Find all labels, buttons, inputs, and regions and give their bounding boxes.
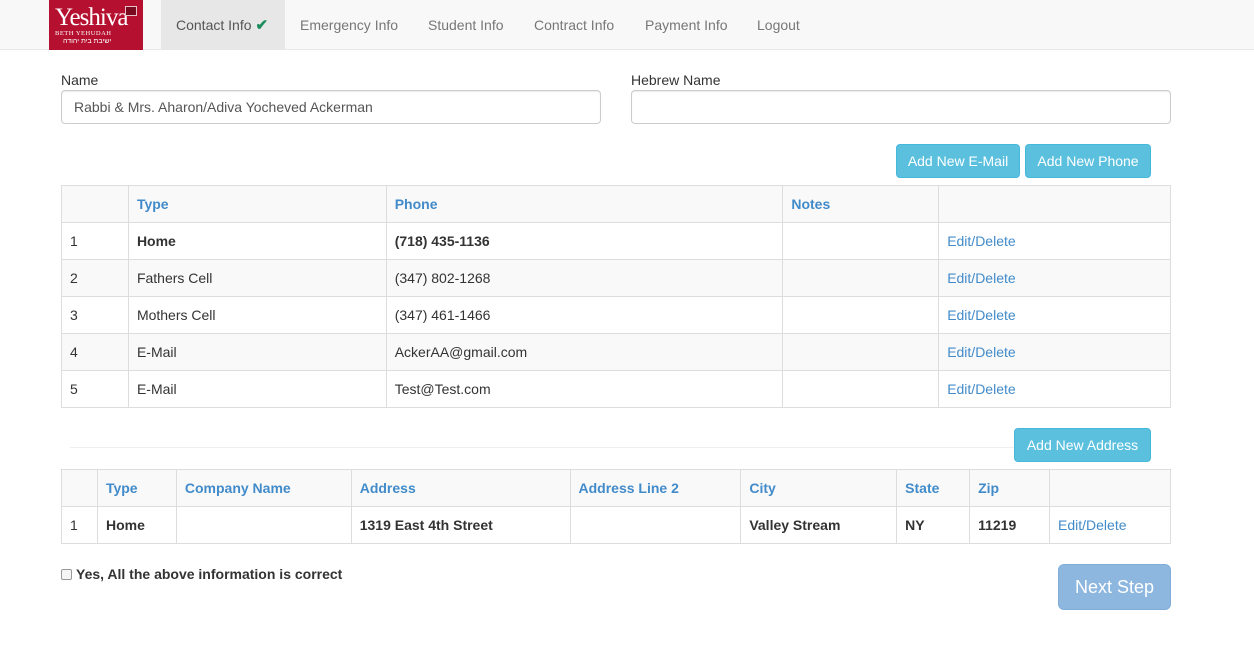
- nav-payment-info[interactable]: Payment Info: [630, 0, 743, 50]
- table-row: 1 Home (718) 435-1136 Edit/Delete: [61, 222, 1171, 260]
- add-email-button[interactable]: Add New E-Mail: [896, 144, 1020, 178]
- col-zip[interactable]: Zip: [969, 469, 1051, 507]
- col-type[interactable]: Type: [96, 469, 177, 507]
- nav-logout[interactable]: Logout: [742, 0, 815, 50]
- logo-hebrew: ישיבת בית יהודה: [63, 38, 112, 45]
- row-type: Home: [96, 506, 177, 544]
- row-type: E-Mail: [127, 333, 387, 371]
- row-phone: Test@Test.com: [385, 370, 784, 408]
- edit-delete-link[interactable]: Edit/Delete: [947, 381, 1015, 397]
- table-row: 5 E-Mail Test@Test.com Edit/Delete: [61, 370, 1171, 408]
- col-number: [61, 185, 129, 223]
- nav-emergency-info[interactable]: Emergency Info: [285, 0, 413, 50]
- name-input[interactable]: [61, 90, 601, 124]
- col-actions: [938, 185, 1171, 223]
- row-notes: [782, 296, 940, 334]
- edit-delete-link[interactable]: Edit/Delete: [947, 270, 1015, 286]
- row-phone: AckerAA@gmail.com: [385, 333, 784, 371]
- row-zip: 11219: [969, 506, 1051, 544]
- top-navbar: Yeshiva BETH YEHUDAH ישיבת בית יהודה Con…: [0, 0, 1254, 50]
- next-step-button[interactable]: Next Step: [1058, 564, 1171, 610]
- table-row: 3 Mothers Cell (347) 461-1466 Edit/Delet…: [61, 296, 1171, 334]
- row-address: 1319 East 4th Street: [350, 506, 571, 544]
- row-actions: Edit/Delete: [938, 259, 1171, 297]
- edit-delete-link[interactable]: Edit/Delete: [947, 344, 1015, 360]
- name-label: Name: [61, 72, 99, 88]
- row-type: Fathers Cell: [127, 259, 387, 297]
- row-type: Mothers Cell: [127, 296, 387, 334]
- address-table-header: Type Company Name Address Address Line 2…: [61, 469, 1171, 507]
- edit-delete-link[interactable]: Edit/Delete: [947, 307, 1015, 323]
- phone-table: Type Phone Notes 1 Home (718) 435-1136 E…: [61, 185, 1171, 408]
- row-phone: (347) 802-1268: [385, 259, 784, 297]
- row-actions: Edit/Delete: [938, 296, 1171, 334]
- row-address2: [569, 506, 742, 544]
- logo-text: Yeshiva: [55, 4, 128, 31]
- table-row: 4 E-Mail AckerAA@gmail.com Edit/Delete: [61, 333, 1171, 371]
- row-phone: (718) 435-1136: [385, 222, 784, 260]
- table-row: 1 Home 1319 East 4th Street Valley Strea…: [61, 506, 1171, 544]
- row-number: 1: [61, 506, 98, 544]
- col-address-line-2[interactable]: Address Line 2: [569, 469, 742, 507]
- nav-student-info[interactable]: Student Info: [413, 0, 519, 50]
- checkmark-icon: ✔: [255, 17, 269, 34]
- row-company: [175, 506, 352, 544]
- col-company-name[interactable]: Company Name: [175, 469, 352, 507]
- confirm-checkbox-row[interactable]: Yes, All the above information is correc…: [61, 566, 342, 582]
- add-address-button[interactable]: Add New Address: [1014, 428, 1151, 462]
- col-city[interactable]: City: [740, 469, 898, 507]
- table-row: 2 Fathers Cell (347) 802-1268 Edit/Delet…: [61, 259, 1171, 297]
- logo-emblem-icon: [125, 6, 137, 16]
- edit-delete-link[interactable]: Edit/Delete: [1058, 517, 1126, 533]
- row-number: 5: [61, 370, 129, 408]
- add-phone-button[interactable]: Add New Phone: [1025, 144, 1151, 178]
- phone-table-header: Type Phone Notes: [61, 185, 1171, 223]
- confirm-label: Yes, All the above information is correc…: [76, 566, 343, 582]
- col-actions: [1049, 469, 1171, 507]
- logo-subtitle: BETH YEHUDAH: [55, 30, 112, 37]
- col-number: [61, 469, 98, 507]
- col-type[interactable]: Type: [127, 185, 387, 223]
- row-notes: [782, 370, 940, 408]
- row-number: 4: [61, 333, 129, 371]
- row-type: Home: [127, 222, 387, 260]
- row-number: 3: [61, 296, 129, 334]
- nav-contact-info-label: Contact Info: [176, 17, 252, 33]
- nav-contract-info[interactable]: Contract Info: [519, 0, 629, 50]
- col-address[interactable]: Address: [350, 469, 571, 507]
- row-city: Valley Stream: [740, 506, 898, 544]
- row-notes: [782, 259, 940, 297]
- row-notes: [782, 222, 940, 260]
- row-phone: (347) 461-1466: [385, 296, 784, 334]
- hebrew-name-input[interactable]: [631, 90, 1171, 124]
- row-type: E-Mail: [127, 370, 387, 408]
- address-table: Type Company Name Address Address Line 2…: [61, 469, 1171, 544]
- section-divider: [70, 447, 1020, 448]
- row-actions: Edit/Delete: [938, 370, 1171, 408]
- yeshiva-logo[interactable]: Yeshiva BETH YEHUDAH ישיבת בית יהודה: [49, 0, 143, 50]
- nav-contact-info[interactable]: Contact Info ✔: [161, 0, 285, 50]
- hebrew-name-label: Hebrew Name: [631, 72, 721, 88]
- row-state: NY: [896, 506, 971, 544]
- row-number: 2: [61, 259, 129, 297]
- row-number: 1: [61, 222, 129, 260]
- row-actions: Edit/Delete: [1049, 506, 1171, 544]
- row-actions: Edit/Delete: [938, 222, 1171, 260]
- col-notes[interactable]: Notes: [782, 185, 940, 223]
- confirm-checkbox[interactable]: [61, 569, 72, 580]
- row-actions: Edit/Delete: [938, 333, 1171, 371]
- col-phone[interactable]: Phone: [385, 185, 784, 223]
- edit-delete-link[interactable]: Edit/Delete: [947, 233, 1015, 249]
- col-state[interactable]: State: [896, 469, 971, 507]
- row-notes: [782, 333, 940, 371]
